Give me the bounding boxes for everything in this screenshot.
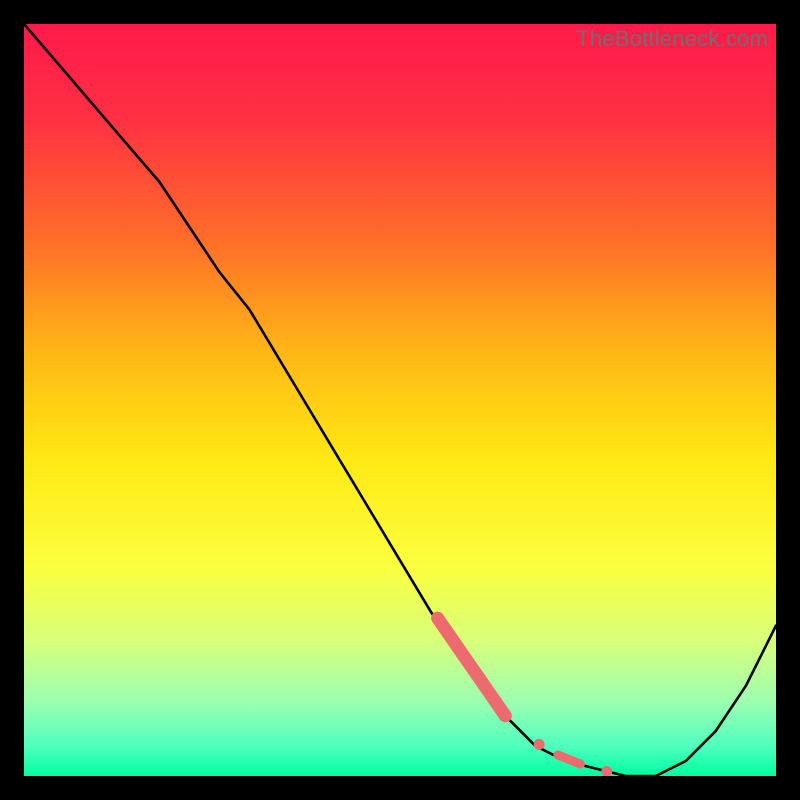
gradient-background (24, 24, 776, 776)
highlight-dot (534, 739, 545, 750)
chart-frame: TheBottleneck.com (24, 24, 776, 776)
watermark-label: TheBottleneck.com (576, 26, 768, 52)
bottleneck-chart (24, 24, 776, 776)
